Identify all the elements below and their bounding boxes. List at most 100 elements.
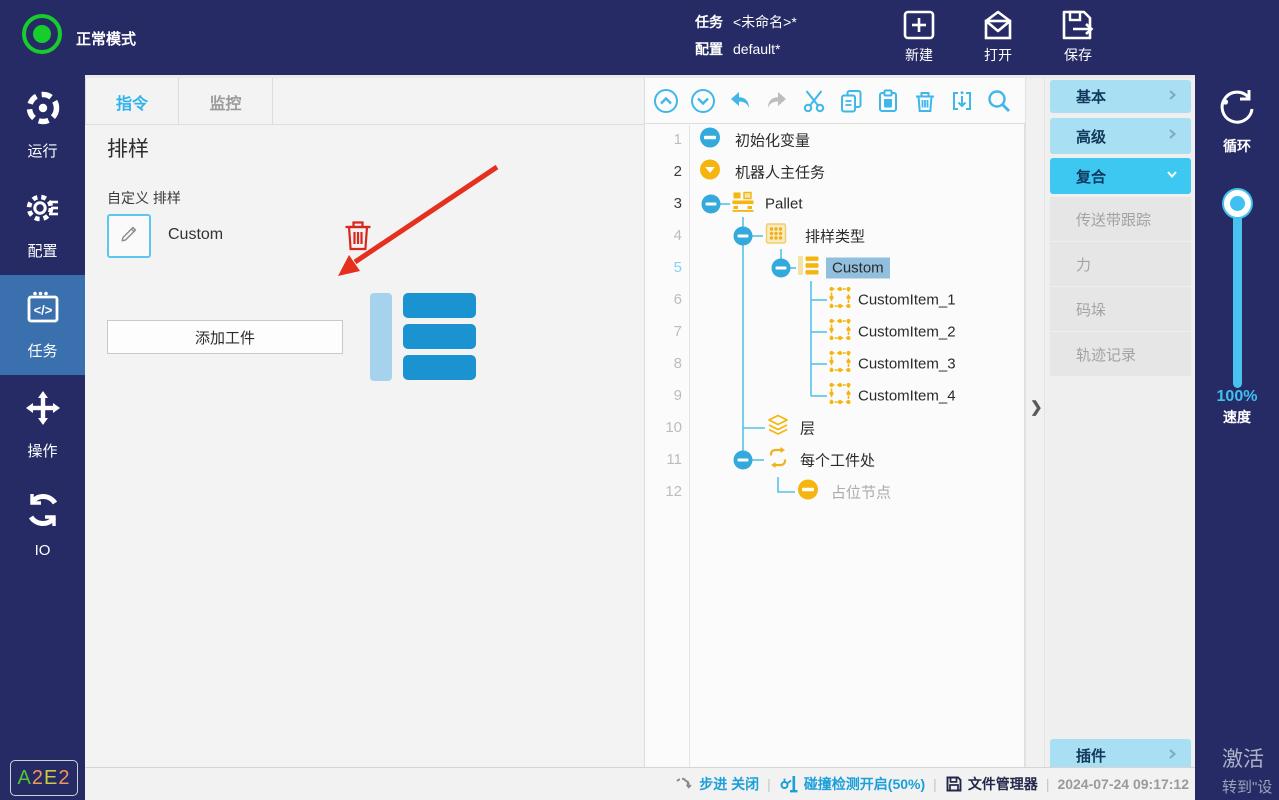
status-separator: | [1046, 776, 1050, 792]
status-item[interactable]: 步进 关闭 [674, 774, 759, 794]
panel-tabbar: 指令监控 [85, 78, 645, 125]
tree-node-label[interactable]: Pallet [765, 196, 803, 213]
tree-node-label[interactable]: 排样类型 [805, 226, 865, 247]
category-basic[interactable]: 基本 [1050, 80, 1191, 113]
tree-node-label[interactable]: CustomItem_3 [858, 356, 956, 373]
node-type-传送带跟踪[interactable]: 传送带跟踪 [1050, 197, 1191, 241]
tree-node-label[interactable]: Custom [826, 258, 890, 279]
tree-node-label[interactable]: CustomItem_2 [858, 324, 956, 341]
category-label: 基本 [1076, 86, 1106, 107]
tree-row-[interactable]: 2 机器人主任务 [645, 156, 1025, 188]
line-number: 12 [645, 476, 682, 508]
tree-row-[interactable]: 10层 [645, 412, 1025, 444]
copy-icon[interactable] [838, 88, 864, 114]
sidebar-item-run[interactable]: 运行 [0, 75, 85, 175]
custom-item-icon [827, 349, 853, 380]
custom-list-icon [797, 255, 820, 282]
tree-row-pallet[interactable]: 3Pallet [645, 188, 1025, 220]
sidebar-item-label: 任务 [27, 340, 57, 361]
add-workpiece-button[interactable]: 添加工件 [107, 320, 343, 354]
tree-row-[interactable]: 1初始化变量 [645, 124, 1025, 156]
tree-node-label[interactable]: 占位节点 [831, 482, 891, 503]
sidebar-item-label: 配置 [27, 240, 57, 261]
redo-icon [764, 88, 790, 114]
line-number: 11 [645, 444, 682, 476]
category-composite[interactable]: 复合 [1050, 158, 1191, 194]
search-icon[interactable] [986, 88, 1012, 114]
pencil-icon [118, 223, 140, 250]
category-advanced[interactable]: 高级 [1050, 118, 1191, 154]
tree-node-label[interactable]: 每个工件处 [800, 450, 875, 471]
speed-slider-track[interactable] [1233, 198, 1242, 388]
line-number: 2 [645, 156, 682, 188]
sidebar-item-io[interactable]: IO [0, 475, 85, 575]
sidebar-item-operate[interactable]: 操作 [0, 375, 85, 475]
mode-indicator-icon [22, 14, 62, 54]
expand-all-icon[interactable] [690, 88, 716, 114]
node-type-力[interactable]: 力 [1050, 242, 1191, 286]
step-icon [674, 775, 694, 793]
expand-panel-chevron-icon[interactable]: ❯ [1030, 398, 1043, 416]
foreach-icon [766, 446, 790, 475]
collapse-node-icon[interactable] [734, 451, 753, 470]
tab-instruction[interactable]: 指令 [85, 78, 179, 125]
speed-slider-knob[interactable] [1224, 190, 1251, 217]
open-button[interactable]: 打开 [963, 8, 1033, 65]
paste-icon[interactable] [875, 88, 901, 114]
pattern-preview-bar [370, 293, 392, 381]
delete-icon[interactable] [912, 88, 938, 114]
task-value: <未命名>* [733, 14, 797, 30]
rename-button[interactable] [107, 214, 151, 258]
node-type-轨迹记录[interactable]: 轨迹记录 [1050, 332, 1191, 376]
line-number: 6 [645, 284, 682, 316]
tree-row-custom[interactable]: 5Custom [645, 252, 1025, 284]
tree-node-label[interactable]: CustomItem_1 [858, 292, 956, 309]
status-item[interactable]: 碰撞检测开启(50%) [779, 774, 925, 794]
custom-item-icon [827, 317, 853, 348]
collapse-node-icon[interactable] [734, 227, 753, 246]
insert-icon[interactable] [949, 88, 975, 114]
line-number: 4 [645, 220, 682, 252]
trash-icon [343, 239, 373, 256]
sidebar-item-task[interactable]: </>任务 [0, 275, 85, 375]
collapse-node-icon[interactable] [702, 195, 721, 214]
main-task-icon [699, 159, 721, 186]
undo-icon[interactable] [727, 88, 753, 114]
chevron-right-icon [1165, 747, 1179, 765]
tree-row-customitem_2[interactable]: 7CustomItem_2 [645, 316, 1025, 348]
tree-row-[interactable]: 4 排样类型 [645, 220, 1025, 252]
loop-label: 循环 [1195, 136, 1279, 156]
tree-row-customitem_3[interactable]: 8 CustomItem_3 [645, 348, 1025, 380]
collapse-all-icon[interactable] [653, 88, 679, 114]
tree-row-customitem_4[interactable]: 9CustomItem_4 [645, 380, 1025, 412]
tree-node-label[interactable]: 机器人主任务 [735, 162, 825, 183]
collapse-node-icon[interactable] [772, 259, 791, 278]
tree-row-customitem_1[interactable]: 6 CustomItem_1 [645, 284, 1025, 316]
custom-item-icon [827, 285, 853, 316]
tree-row-[interactable]: 12 占位节点 [645, 476, 1025, 508]
config-label: 配置 [695, 41, 723, 57]
tree-node-label[interactable]: 层 [800, 418, 815, 439]
node-type-码垛[interactable]: 码垛 [1050, 287, 1191, 331]
pattern-type-icon [765, 223, 787, 250]
save-label: 保存 [1043, 45, 1113, 65]
tab-monitor[interactable]: 监控 [179, 78, 273, 125]
pattern-preview-item [403, 355, 476, 380]
tree-row-[interactable]: 11 每个工件处 [645, 444, 1025, 476]
open-icon [963, 8, 1033, 42]
cut-icon[interactable] [801, 88, 827, 114]
tree-node-label[interactable]: CustomItem_4 [858, 388, 956, 405]
run-control-sidebar: 循环 100% 速度 [1195, 0, 1279, 800]
tree-node-label[interactable]: 初始化变量 [735, 130, 810, 151]
config-icon [24, 189, 62, 232]
sidebar-item-label: 操作 [27, 440, 57, 461]
status-separator: | [767, 776, 771, 792]
status-item[interactable]: 文件管理器 [945, 774, 1038, 794]
delete-pattern-button[interactable] [343, 218, 373, 257]
save-button[interactable]: 保存 [1043, 8, 1113, 65]
new-button[interactable]: 新建 [884, 8, 954, 65]
config-value: default* [733, 41, 780, 57]
loop-toggle[interactable]: 循环 [1195, 85, 1279, 156]
sidebar-item-config[interactable]: 配置 [0, 175, 85, 275]
line-number: 8 [645, 348, 682, 380]
